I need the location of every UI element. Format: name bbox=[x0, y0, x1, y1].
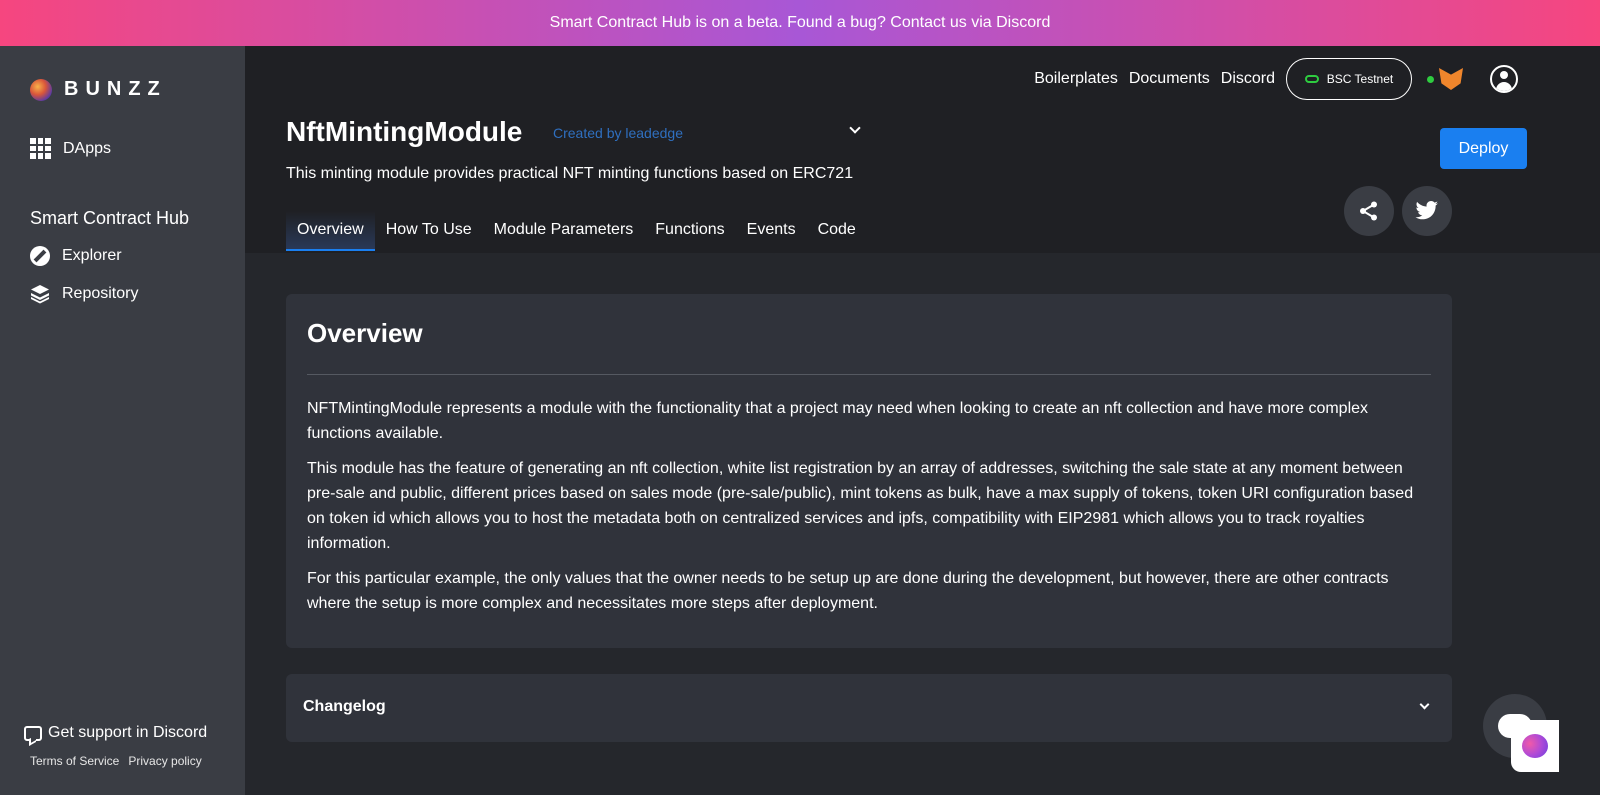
overview-card: Overview NFTMintingModule represents a m… bbox=[286, 294, 1452, 648]
logo-text: BUNZZ bbox=[64, 78, 167, 100]
module-description: This minting module provides practical N… bbox=[286, 165, 854, 182]
beta-banner-text[interactable]: Smart Contract Hub is on a beta. Found a… bbox=[550, 14, 1051, 32]
tab-module-parameters[interactable]: Module Parameters bbox=[483, 211, 645, 251]
overview-paragraph: This module has the feature of generatin… bbox=[307, 460, 1414, 552]
nav-link-boilerplates[interactable]: Boilerplates bbox=[1034, 70, 1118, 88]
module-header: Boilerplates Documents Discord BSC Testn… bbox=[245, 46, 1600, 253]
connection-status-dot bbox=[1427, 75, 1434, 83]
overview-body: NFTMintingModule represents a module wit… bbox=[307, 396, 1431, 626]
twitter-share-button[interactable] bbox=[1402, 186, 1452, 236]
metamask-fox-icon[interactable] bbox=[1439, 68, 1463, 90]
nav-link-documents[interactable]: Documents bbox=[1129, 70, 1210, 88]
sidebar-item-label: Repository bbox=[62, 285, 139, 302]
beta-banner[interactable]: Smart Contract Hub is on a beta. Found a… bbox=[0, 0, 1600, 46]
overview-heading: Overview bbox=[307, 318, 423, 348]
layers-icon bbox=[30, 284, 50, 304]
assistant-badge[interactable] bbox=[1511, 720, 1559, 772]
nav-link-discord[interactable]: Discord bbox=[1221, 70, 1275, 88]
share-icon bbox=[1360, 201, 1377, 221]
sidebar-item-label: DApps bbox=[63, 139, 112, 157]
main-content: Boilerplates Documents Discord BSC Testn… bbox=[245, 46, 1600, 795]
sidebar: BUNZZ DApps Smart Contract Hub Explorer … bbox=[0, 46, 245, 795]
privacy-link[interactable]: Privacy policy bbox=[128, 754, 201, 768]
brain-icon bbox=[1522, 734, 1548, 758]
changelog-label: Changelog bbox=[303, 698, 386, 715]
user-account-icon[interactable] bbox=[1490, 65, 1518, 93]
network-label: BSC Testnet bbox=[1326, 72, 1394, 86]
legal-links: Terms of Service Privacy policy bbox=[30, 754, 202, 768]
divider bbox=[307, 374, 1431, 375]
module-tabs: Overview How To Use Module Parameters Fu… bbox=[286, 211, 867, 251]
tab-overview[interactable]: Overview bbox=[286, 211, 375, 251]
twitter-icon bbox=[1415, 201, 1438, 220]
link-icon bbox=[1304, 75, 1319, 83]
tab-code[interactable]: Code bbox=[807, 211, 867, 251]
support-label: Get support in Discord bbox=[48, 724, 208, 741]
terms-link[interactable]: Terms of Service bbox=[30, 754, 119, 768]
compass-icon bbox=[30, 246, 50, 266]
sidebar-item-dapps[interactable]: DApps bbox=[30, 138, 111, 159]
overview-paragraph: For this particular example, the only va… bbox=[307, 570, 1389, 612]
chevron-down-icon bbox=[1419, 699, 1430, 710]
discord-support-link[interactable]: Get support in Discord bbox=[24, 724, 207, 742]
sidebar-section-heading: Smart Contract Hub bbox=[30, 208, 190, 228]
page-title: NftMintingModule bbox=[286, 116, 523, 147]
chevron-down-icon[interactable] bbox=[849, 122, 861, 134]
share-button[interactable] bbox=[1344, 186, 1394, 236]
deploy-button[interactable]: Deploy bbox=[1440, 128, 1527, 169]
created-by-link[interactable]: Created by leadedge bbox=[553, 125, 683, 141]
network-selector-button[interactable]: BSC Testnet bbox=[1286, 58, 1412, 100]
tab-how-to-use[interactable]: How To Use bbox=[375, 211, 483, 251]
bunzz-logo-icon bbox=[30, 78, 52, 101]
top-nav: Boilerplates Documents Discord BSC Testn… bbox=[1034, 58, 1518, 100]
overview-paragraph: NFTMintingModule represents a module wit… bbox=[307, 400, 1369, 442]
tab-events[interactable]: Events bbox=[736, 211, 807, 251]
chat-icon bbox=[24, 725, 42, 741]
changelog-accordion[interactable]: Changelog bbox=[286, 674, 1452, 742]
sidebar-item-explorer[interactable]: Explorer bbox=[30, 246, 122, 266]
bunzz-logo[interactable]: BUNZZ bbox=[30, 78, 167, 101]
sidebar-item-repository[interactable]: Repository bbox=[30, 284, 138, 304]
grid-icon bbox=[30, 138, 51, 159]
tab-functions[interactable]: Functions bbox=[644, 211, 735, 251]
sidebar-item-label: Explorer bbox=[62, 247, 122, 264]
